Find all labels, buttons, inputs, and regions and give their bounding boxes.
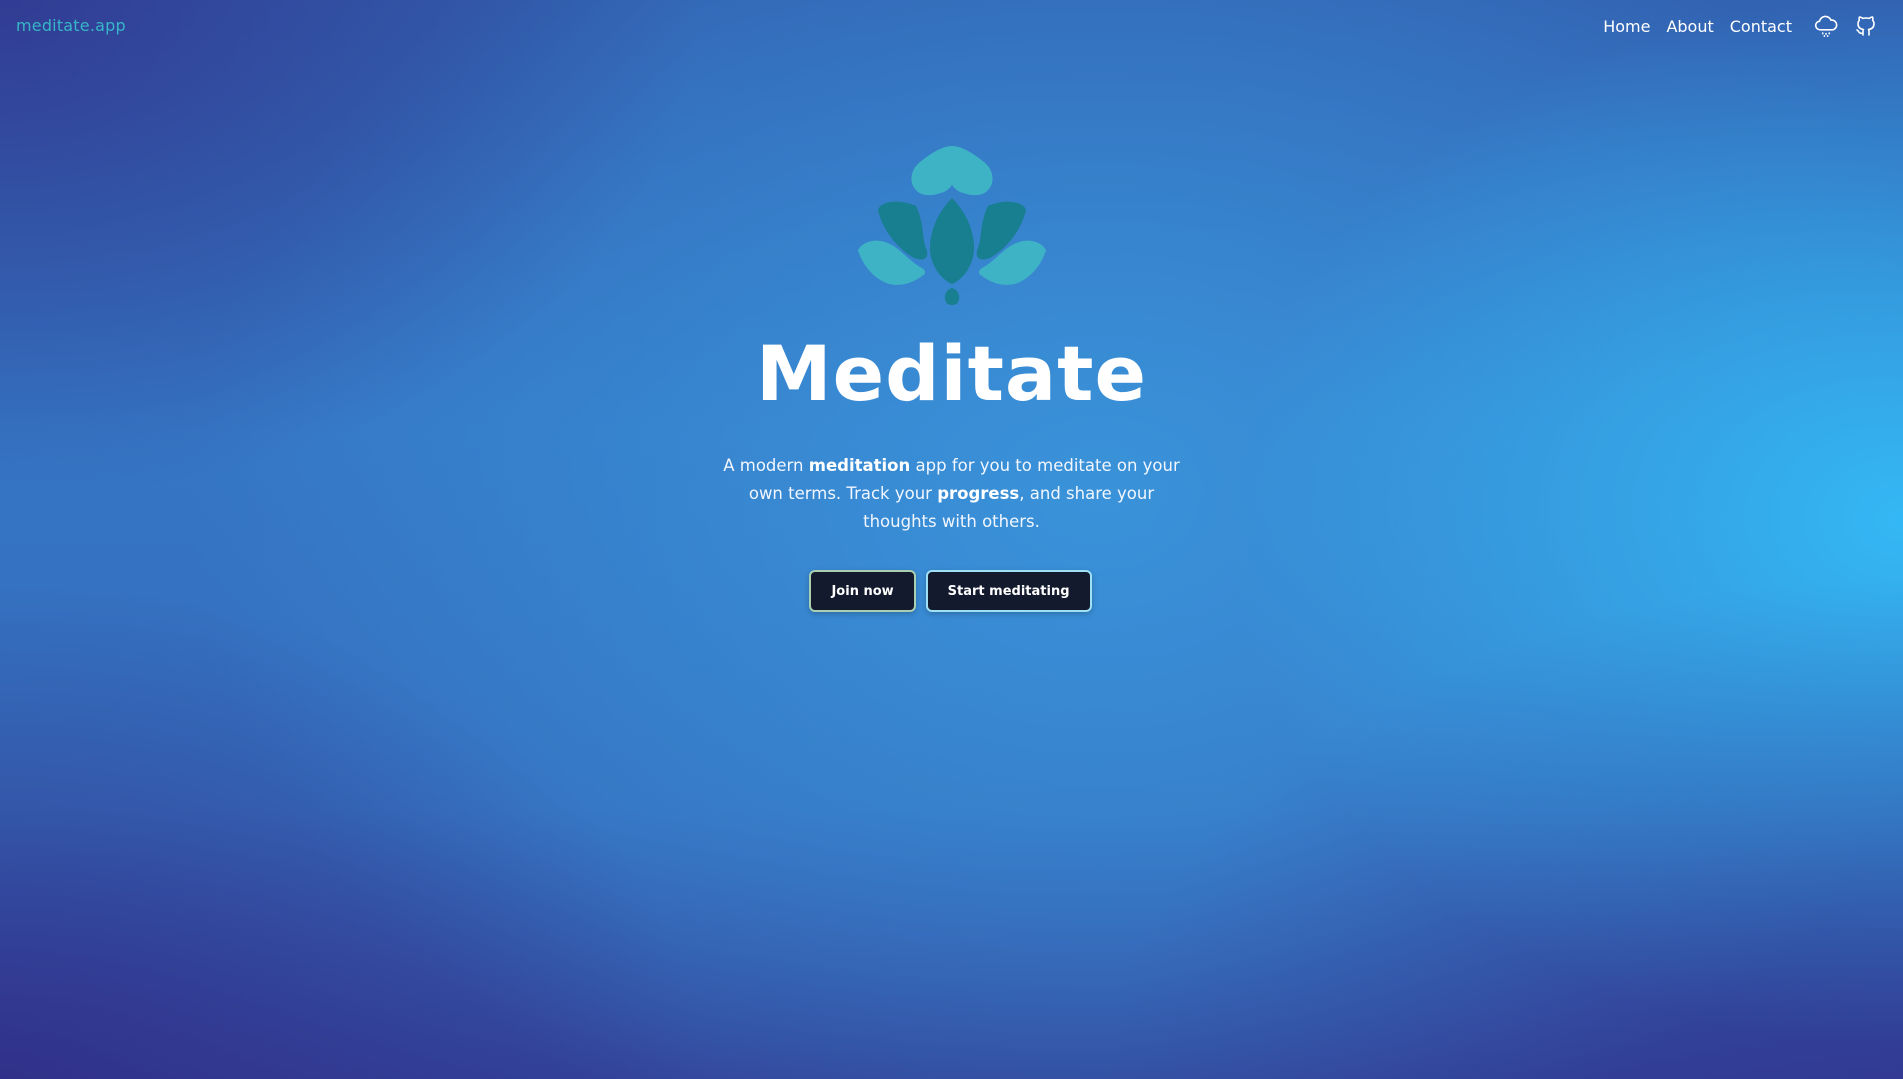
- start-meditating-button[interactable]: Start meditating: [925, 570, 1092, 612]
- top-navbar: meditate.app Home About Contact: [0, 0, 1903, 54]
- hero-section: Meditate A modern meditation app for you…: [0, 140, 1903, 612]
- cloud-rain-icon[interactable]: [1813, 13, 1839, 39]
- description-highlight: progress: [937, 484, 1020, 503]
- page-title: Meditate: [755, 329, 1148, 418]
- description-text: A modern: [723, 456, 809, 475]
- nav-home-link[interactable]: Home: [1603, 17, 1650, 36]
- lotus-icon: [857, 146, 1046, 305]
- nav-icons: [1813, 13, 1879, 39]
- brand-link[interactable]: meditate.app: [16, 16, 126, 35]
- nav-about-link[interactable]: About: [1666, 17, 1713, 36]
- github-icon[interactable]: [1853, 13, 1879, 39]
- description-highlight: meditation: [808, 456, 911, 475]
- nav-contact-link[interactable]: Contact: [1730, 17, 1792, 36]
- hero-description: A modern meditation app for you to medit…: [722, 452, 1182, 536]
- join-now-button[interactable]: Join now: [809, 570, 916, 612]
- hero-actions: Join now Start meditating: [0, 570, 1903, 612]
- main-nav: Home About Contact: [1603, 13, 1879, 39]
